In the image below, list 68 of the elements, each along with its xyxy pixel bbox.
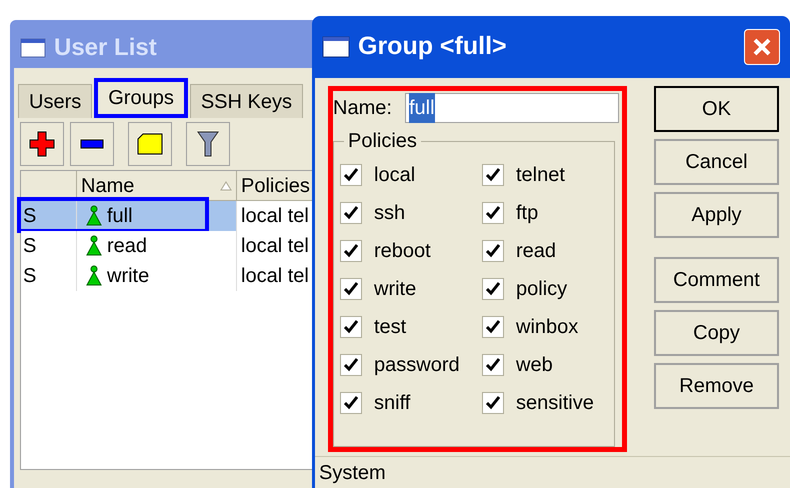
group-icon (85, 235, 103, 257)
checkbox[interactable] (482, 316, 504, 338)
checkbox-label: sensitive (516, 391, 594, 416)
minus-icon (80, 139, 104, 149)
window-icon (20, 38, 46, 58)
table-cell-text: read (107, 234, 148, 259)
comment-button[interactable] (128, 122, 172, 166)
table-cell-text: local tel (241, 204, 309, 229)
checkbox[interactable] (340, 202, 362, 224)
window-title: Group <full> (358, 31, 507, 62)
checkbox[interactable] (482, 240, 504, 262)
table-cell-text: S (23, 234, 36, 259)
checkbox-label: telnet (516, 163, 565, 188)
checkbox-label: password (374, 353, 460, 378)
filter-icon (197, 131, 219, 157)
status-bar-text: System (319, 460, 386, 486)
sort-ascending-icon (220, 180, 232, 190)
remove-button[interactable] (70, 122, 114, 166)
checkbox[interactable] (482, 164, 504, 186)
checkbox-label: ssh (374, 201, 406, 226)
dialog-button[interactable]: Apply (654, 192, 779, 238)
field-label: Name: (333, 96, 393, 121)
dialog-button[interactable]: Cancel (654, 139, 779, 185)
table-cell-text: local tel (241, 264, 309, 289)
checkbox[interactable] (340, 316, 362, 338)
checkbox[interactable] (482, 392, 504, 414)
note-icon (137, 133, 163, 155)
checkbox[interactable] (482, 354, 504, 376)
tab[interactable]: Users (18, 84, 92, 118)
dialog-button[interactable]: OK (654, 86, 779, 132)
table-cell-text: write (107, 264, 150, 289)
table-cell-text: local tel (241, 234, 309, 259)
checkbox-label: web (516, 353, 553, 378)
window-title: User List (54, 33, 157, 63)
group-icon (85, 205, 103, 227)
table-cell-text: full (107, 204, 133, 229)
plus-icon (29, 131, 55, 157)
filter-button[interactable] (186, 122, 230, 166)
tab[interactable]: SSH Keys (190, 84, 303, 118)
checkbox-label: reboot (374, 239, 431, 264)
checkbox-label: policy (516, 277, 568, 302)
table-cell-text: S (23, 264, 36, 289)
checkbox-label: winbox (516, 315, 578, 340)
dialog-button[interactable]: Copy (654, 310, 779, 356)
name-input-field[interactable]: full (405, 93, 619, 123)
checkbox[interactable] (482, 278, 504, 300)
checkbox[interactable] (340, 354, 362, 376)
checkbox-label: ftp (516, 201, 538, 226)
tab[interactable]: Groups (94, 78, 188, 118)
window-icon (322, 36, 350, 58)
checkbox[interactable] (340, 278, 362, 300)
add-button[interactable] (20, 122, 64, 166)
checkbox[interactable] (340, 240, 362, 262)
field-value: full (409, 93, 435, 123)
checkbox-label: write (374, 277, 416, 302)
checkbox-label: sniff (374, 391, 410, 416)
checkbox[interactable] (482, 202, 504, 224)
dialog-button[interactable]: Comment (654, 257, 779, 303)
close-icon (752, 37, 772, 57)
table-cell-text: S (23, 204, 36, 229)
close-button[interactable] (744, 29, 780, 65)
dialog-button[interactable]: Remove (654, 363, 779, 409)
checkbox-label: local (374, 163, 416, 188)
checkbox-label: test (374, 315, 406, 340)
checkbox[interactable] (340, 164, 362, 186)
checkbox[interactable] (340, 392, 362, 414)
group-icon (85, 265, 103, 287)
checkbox-label: read (516, 239, 556, 264)
